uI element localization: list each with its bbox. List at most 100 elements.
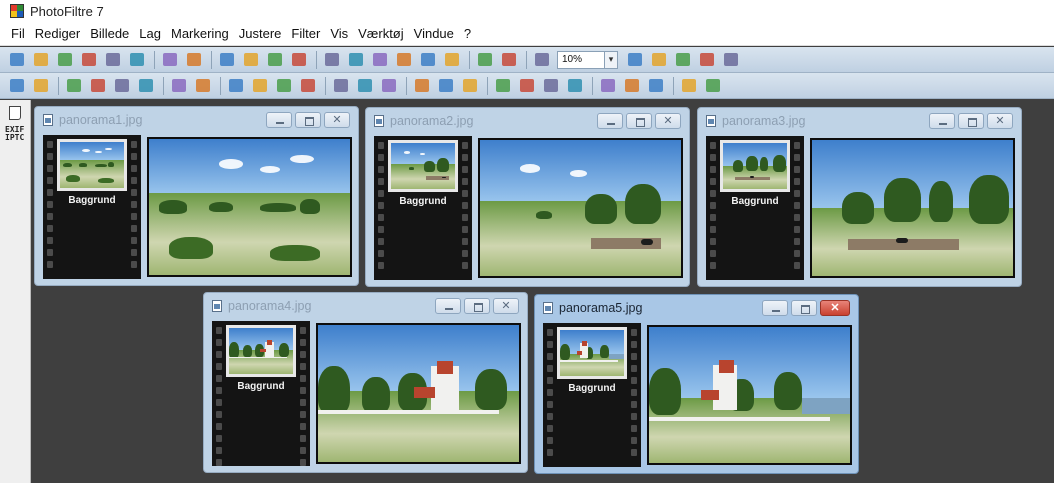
image-window-3[interactable]: panorama3.jpg ✕ Baggrund bbox=[697, 107, 1022, 287]
menu-markering[interactable]: Markering bbox=[166, 26, 234, 41]
menu-rediger[interactable]: Rediger bbox=[30, 26, 86, 41]
save-icon[interactable] bbox=[56, 51, 74, 69]
saturation-down-icon[interactable] bbox=[170, 77, 188, 95]
canvas-size-icon[interactable] bbox=[395, 51, 413, 69]
zoom-dropdown-icon[interactable]: ▾ bbox=[605, 50, 618, 69]
menu-lag[interactable]: Lag bbox=[134, 26, 166, 41]
paste-new-icon[interactable] bbox=[266, 51, 284, 69]
menu-justere[interactable]: Justere bbox=[234, 26, 287, 41]
red-eye-icon[interactable] bbox=[518, 77, 536, 95]
pixelize-icon[interactable] bbox=[356, 77, 374, 95]
brightness-down-icon[interactable] bbox=[65, 77, 83, 95]
close-button[interactable]: ✕ bbox=[493, 298, 519, 314]
menu-vis[interactable]: Vis bbox=[325, 26, 353, 41]
emboss-icon[interactable] bbox=[380, 77, 398, 95]
image-canvas[interactable] bbox=[647, 325, 852, 465]
close-button[interactable]: ✕ bbox=[987, 113, 1013, 129]
crop-icon[interactable] bbox=[494, 77, 512, 95]
image-window-4[interactable]: panorama4.jpg ✕ Baggrund bbox=[203, 292, 528, 473]
close-button[interactable]: ✕ bbox=[655, 113, 681, 129]
flip-icon[interactable] bbox=[599, 77, 617, 95]
saturation-up-icon[interactable] bbox=[194, 77, 212, 95]
layer-icon[interactable] bbox=[476, 51, 494, 69]
close-button[interactable]: ✕ bbox=[324, 112, 350, 128]
maximize-button[interactable] bbox=[626, 113, 652, 129]
copy-icon[interactable] bbox=[218, 51, 236, 69]
mosaic-icon[interactable] bbox=[332, 77, 350, 95]
palette-icon[interactable] bbox=[500, 51, 518, 69]
new-icon[interactable] bbox=[8, 51, 26, 69]
maximize-button[interactable] bbox=[295, 112, 321, 128]
menu-filter[interactable]: Filter bbox=[286, 26, 325, 41]
menu-vaerktoj[interactable]: Værktøj bbox=[353, 26, 409, 41]
plugin-icon[interactable] bbox=[704, 77, 722, 95]
redo-icon[interactable] bbox=[185, 51, 203, 69]
zoom-combo[interactable]: 10% ▾ bbox=[557, 50, 618, 69]
minimize-button[interactable] bbox=[929, 113, 955, 129]
image-window-5[interactable]: panorama5.jpg ✕ Baggrund bbox=[534, 294, 859, 474]
image-window-2[interactable]: panorama2.jpg ✕ Baggrund bbox=[365, 107, 690, 287]
print-icon[interactable] bbox=[104, 51, 122, 69]
minimize-button[interactable] bbox=[435, 298, 461, 314]
text-icon[interactable] bbox=[443, 51, 461, 69]
zoom-in-icon[interactable] bbox=[626, 51, 644, 69]
close-button[interactable]: ✕ bbox=[820, 300, 850, 316]
maximize-button[interactable] bbox=[958, 113, 984, 129]
minimize-button[interactable] bbox=[762, 300, 788, 316]
paste-icon[interactable] bbox=[80, 51, 98, 69]
lasso-icon[interactable] bbox=[32, 77, 50, 95]
menu-help[interactable]: ? bbox=[459, 26, 476, 41]
levels-icon[interactable] bbox=[251, 77, 269, 95]
maximize-button[interactable] bbox=[464, 298, 490, 314]
mirror-icon[interactable] bbox=[647, 77, 665, 95]
image-window-1[interactable]: panorama1.jpg ✕ Baggrund bbox=[34, 106, 359, 286]
cool-icon[interactable] bbox=[566, 77, 584, 95]
brightness-up-icon[interactable] bbox=[89, 77, 107, 95]
layer-thumbnail[interactable] bbox=[388, 140, 458, 192]
window-titlebar[interactable]: panorama5.jpg ✕ bbox=[535, 295, 858, 321]
zoom-level-field[interactable]: 10% bbox=[557, 50, 605, 69]
image-canvas[interactable] bbox=[316, 323, 521, 464]
magic-wand-icon[interactable] bbox=[8, 77, 26, 95]
auto-levels-icon[interactable] bbox=[275, 77, 293, 95]
blur-icon[interactable] bbox=[413, 77, 431, 95]
contrast-up-icon[interactable] bbox=[137, 77, 155, 95]
window-titlebar[interactable]: panorama4.jpg ✕ bbox=[204, 293, 527, 319]
zoom-out-icon[interactable] bbox=[650, 51, 668, 69]
frame-icon[interactable] bbox=[680, 77, 698, 95]
layer-thumbnail[interactable] bbox=[226, 325, 296, 377]
drop-icon[interactable] bbox=[461, 77, 479, 95]
undo-icon[interactable] bbox=[161, 51, 179, 69]
browser-icon[interactable] bbox=[533, 51, 551, 69]
auto-contrast-icon[interactable] bbox=[299, 77, 317, 95]
minimize-button[interactable] bbox=[597, 113, 623, 129]
gamma-icon[interactable] bbox=[227, 77, 245, 95]
fill-icon[interactable] bbox=[290, 51, 308, 69]
fit-icon[interactable] bbox=[674, 51, 692, 69]
copy-merged-icon[interactable] bbox=[242, 51, 260, 69]
sharpen-icon[interactable] bbox=[437, 77, 455, 95]
rotate-icon[interactable] bbox=[623, 77, 641, 95]
document-info-icon[interactable] bbox=[9, 106, 21, 120]
exif-iptc-button[interactable]: EXIF IPTC bbox=[5, 126, 24, 142]
menu-fil[interactable]: Fil bbox=[6, 26, 30, 41]
image-canvas[interactable] bbox=[478, 138, 683, 278]
warm-icon[interactable] bbox=[542, 77, 560, 95]
menu-vindue[interactable]: Vindue bbox=[409, 26, 459, 41]
maximize-button[interactable] bbox=[791, 300, 817, 316]
select-icon[interactable] bbox=[419, 51, 437, 69]
image-canvas[interactable] bbox=[810, 138, 1015, 278]
fullscreen-icon[interactable] bbox=[722, 51, 740, 69]
window-titlebar[interactable]: panorama1.jpg ✕ bbox=[35, 107, 358, 133]
minimize-button[interactable] bbox=[266, 112, 292, 128]
image-canvas[interactable] bbox=[147, 137, 352, 277]
menu-billede[interactable]: Billede bbox=[85, 26, 134, 41]
window-titlebar[interactable]: panorama2.jpg ✕ bbox=[366, 108, 689, 134]
layer-thumbnail[interactable] bbox=[557, 327, 627, 379]
window-titlebar[interactable]: panorama3.jpg ✕ bbox=[698, 108, 1021, 134]
grid-icon[interactable] bbox=[323, 51, 341, 69]
layer-thumbnail[interactable] bbox=[720, 140, 790, 192]
bg-icon[interactable] bbox=[347, 51, 365, 69]
scan-icon[interactable] bbox=[128, 51, 146, 69]
open-icon[interactable] bbox=[32, 51, 50, 69]
